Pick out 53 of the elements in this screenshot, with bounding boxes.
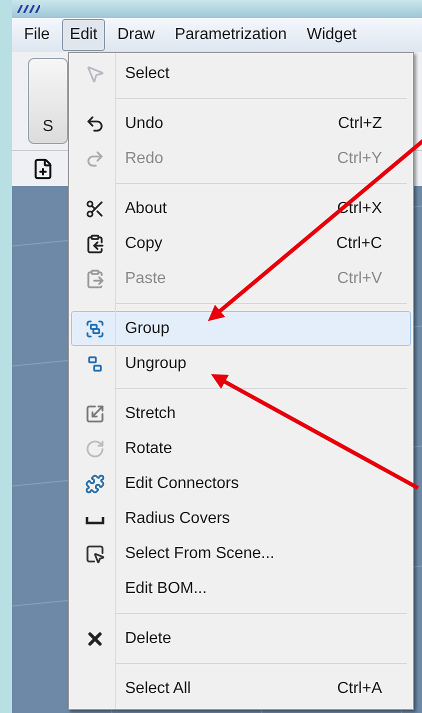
menu-item[interactable]: Select bbox=[71, 56, 411, 91]
menu-item[interactable]: Rotate bbox=[71, 431, 411, 466]
menu-item[interactable]: Group bbox=[71, 311, 411, 346]
menu-item-label: Redo bbox=[124, 148, 164, 168]
copy-icon bbox=[84, 234, 104, 254]
menu-item[interactable]: Copy Ctrl+C bbox=[71, 226, 411, 261]
scissors-icon bbox=[84, 198, 104, 218]
menu-item-label: Undo bbox=[124, 114, 164, 134]
menu-item-label: Radius Covers bbox=[124, 508, 231, 528]
menu-item-label: Delete bbox=[124, 628, 172, 648]
menu-item[interactable]: Select From Scene... bbox=[71, 536, 411, 571]
stretch-icon bbox=[84, 404, 104, 424]
menu-item-label: Ungroup bbox=[124, 354, 188, 374]
menu-item[interactable]: Edit BOM... bbox=[71, 571, 411, 606]
rotate-icon bbox=[84, 438, 104, 458]
menu-item[interactable]: Stretch bbox=[71, 396, 411, 431]
shortcut-label: Ctrl+Z bbox=[338, 114, 383, 134]
menu-bar-item[interactable]: Parametrization bbox=[166, 19, 295, 51]
menu-item-label: Select bbox=[124, 64, 170, 84]
puzzle-icon bbox=[84, 474, 104, 494]
menu-item[interactable]: Radius Covers bbox=[71, 501, 411, 536]
select-scene-icon bbox=[84, 544, 104, 564]
menu-bar-item[interactable]: Edit bbox=[62, 19, 106, 51]
menu-item[interactable]: Select All Ctrl+A bbox=[71, 671, 411, 706]
menu-bar-item[interactable]: File bbox=[16, 19, 58, 51]
menu-item-label: Copy bbox=[124, 234, 164, 254]
shortcut-label: Ctrl+C bbox=[336, 234, 383, 254]
menu-item[interactable]: Ungroup bbox=[71, 346, 411, 381]
menu-item[interactable]: Delete bbox=[71, 621, 411, 656]
pointer-icon bbox=[84, 64, 104, 84]
menu-item-label: Group bbox=[124, 318, 170, 338]
menu-bar-item[interactable]: Draw bbox=[109, 19, 163, 51]
shortcut-label: Ctrl+V bbox=[337, 268, 383, 288]
new-file-icon bbox=[32, 158, 54, 180]
menu-item-label: Stretch bbox=[124, 404, 177, 424]
redo-icon bbox=[84, 148, 104, 168]
group-icon bbox=[84, 318, 104, 338]
menu-item-label: Rotate bbox=[124, 438, 174, 458]
undo-icon bbox=[84, 114, 104, 134]
menu-item-label: Select From Scene... bbox=[124, 544, 276, 564]
menu-item-label: Paste bbox=[124, 268, 167, 288]
shortcut-label: Ctrl+A bbox=[337, 678, 383, 698]
menu-item-label: About bbox=[124, 198, 168, 218]
paste-icon bbox=[84, 268, 104, 288]
menu-item[interactable]: Edit Connectors bbox=[71, 466, 411, 501]
menu-item-label: Select All bbox=[124, 678, 192, 698]
app-logo-icon bbox=[16, 5, 40, 13]
toolbar-button[interactable]: S bbox=[28, 58, 68, 144]
menu-item-label: Edit BOM... bbox=[124, 578, 208, 598]
shortcut-label: Ctrl+Y bbox=[337, 148, 383, 168]
menu-bar-item[interactable]: Widget bbox=[298, 19, 365, 51]
menu-item-label: Edit Connectors bbox=[124, 474, 240, 494]
menu-item[interactable]: Undo Ctrl+Z bbox=[71, 106, 411, 141]
